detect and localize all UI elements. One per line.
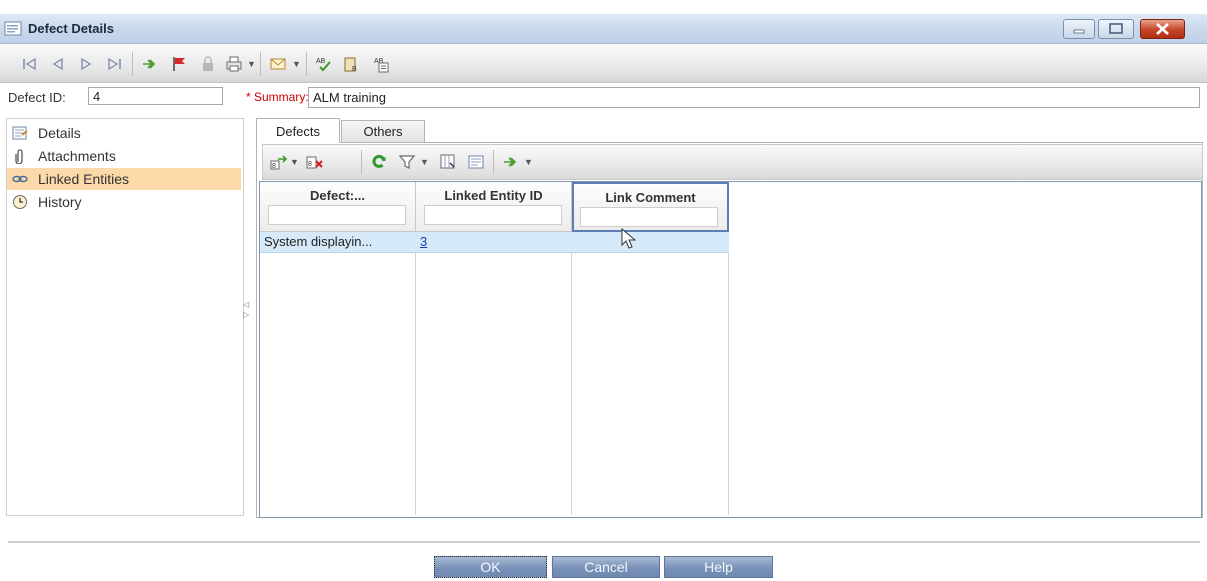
history-icon [12, 194, 28, 210]
svg-text:8: 8 [308, 161, 312, 168]
mail-dropdown-icon[interactable]: ▼ [292, 59, 301, 69]
column-header-link-comment[interactable]: Link Comment [572, 182, 729, 232]
close-button[interactable] [1140, 19, 1185, 39]
print-icon[interactable] [224, 54, 244, 74]
cancel-button[interactable]: Cancel [552, 556, 660, 578]
spelling-options-icon[interactable]: AB [372, 54, 392, 74]
add-link-dropdown-icon[interactable]: ▼ [290, 157, 299, 167]
mouse-cursor-icon [620, 227, 638, 250]
add-link-icon[interactable]: 8 [269, 152, 289, 172]
link-comment-filter-input[interactable] [580, 207, 718, 227]
thesaurus-icon[interactable]: B [342, 54, 362, 74]
select-columns-icon[interactable] [438, 152, 458, 172]
linked-entities-toolbar: 8 ▼ 8 ▼ ▼ [262, 144, 1203, 180]
toolbar-separator [306, 52, 307, 76]
defect-id-label: Defect ID: [8, 90, 66, 105]
send-icon[interactable] [140, 54, 160, 74]
spell-check-icon[interactable]: AB [314, 54, 334, 74]
cell-linked-entity-id-link[interactable]: 3 [420, 234, 427, 249]
cell-defect: System displayin... [264, 234, 373, 249]
tab-defects[interactable]: Defects [256, 118, 340, 143]
toolbar-separator [361, 150, 362, 174]
flag-icon[interactable] [170, 54, 190, 74]
window-title: Defect Details [28, 21, 114, 36]
refresh-icon[interactable] [369, 152, 389, 172]
sidebar-item-linked-entities[interactable]: Linked Entities [7, 168, 241, 190]
sidebar-item-attachments[interactable]: Attachments [7, 145, 241, 167]
last-record-icon[interactable] [104, 54, 124, 74]
mail-icon[interactable] [268, 54, 288, 74]
sidebar-item-label: Linked Entities [38, 171, 130, 187]
toolbar-separator [493, 150, 494, 174]
linked-entities-grid: Defect:... Linked Entity ID Link Comment… [259, 181, 1202, 518]
defect-id-field[interactable]: 4 [88, 87, 223, 105]
column-header-label: Defect:... [310, 188, 365, 203]
title-bar: Defect Details [0, 14, 1207, 44]
summary-field[interactable]: ALM training [308, 87, 1200, 108]
column-header-defect[interactable]: Defect:... [260, 182, 416, 232]
filter-dropdown-icon[interactable]: ▼ [420, 157, 429, 167]
first-record-icon[interactable] [20, 54, 40, 74]
column-header-linked-entity-id[interactable]: Linked Entity ID [416, 182, 572, 232]
sidebar: Details Attachments Linked Entities Hist… [6, 118, 244, 516]
defect-filter-input[interactable] [268, 205, 406, 225]
previous-record-icon[interactable] [48, 54, 68, 74]
attachment-icon [12, 148, 28, 164]
column-header-label: Link Comment [605, 190, 696, 205]
svg-text:B: B [352, 66, 357, 73]
remove-link-icon[interactable]: 8 [305, 152, 325, 172]
sidebar-item-history[interactable]: History [7, 191, 241, 213]
main-toolbar: ▼ ▼ AB B AB [0, 44, 1207, 83]
filter-icon[interactable] [397, 152, 417, 172]
svg-text:8: 8 [272, 163, 276, 170]
sidebar-item-label: Attachments [38, 148, 116, 164]
table-row[interactable]: System displayin... 3 [260, 232, 729, 253]
sidebar-item-details[interactable]: Details [7, 122, 241, 144]
column-header-label: Linked Entity ID [444, 188, 543, 203]
link-icon [12, 171, 28, 187]
svg-text:AB: AB [316, 58, 326, 65]
toolbar-separator [260, 52, 261, 76]
go-to-entity-icon[interactable] [501, 152, 521, 172]
help-button[interactable]: Help [664, 556, 773, 578]
defect-details-icon [4, 21, 22, 36]
sidebar-item-label: History [38, 194, 82, 210]
ok-button[interactable]: OK [434, 556, 547, 578]
lock-icon[interactable] [198, 54, 218, 74]
toolbar-separator [132, 52, 133, 76]
details-view-icon[interactable] [466, 152, 486, 172]
go-to-dropdown-icon[interactable]: ▼ [524, 157, 533, 167]
maximize-button[interactable] [1098, 19, 1134, 39]
footer-divider [8, 541, 1200, 543]
details-icon [12, 125, 28, 141]
summary-label: * Summary: [246, 90, 309, 104]
tab-others[interactable]: Others [341, 120, 425, 142]
minimize-button[interactable] [1063, 19, 1095, 39]
print-dropdown-icon[interactable]: ▼ [247, 59, 256, 69]
next-record-icon[interactable] [76, 54, 96, 74]
splitter-handle[interactable]: ◁ ▷ [243, 300, 251, 330]
sidebar-item-label: Details [38, 125, 81, 141]
linked-entity-id-filter-input[interactable] [424, 205, 562, 225]
